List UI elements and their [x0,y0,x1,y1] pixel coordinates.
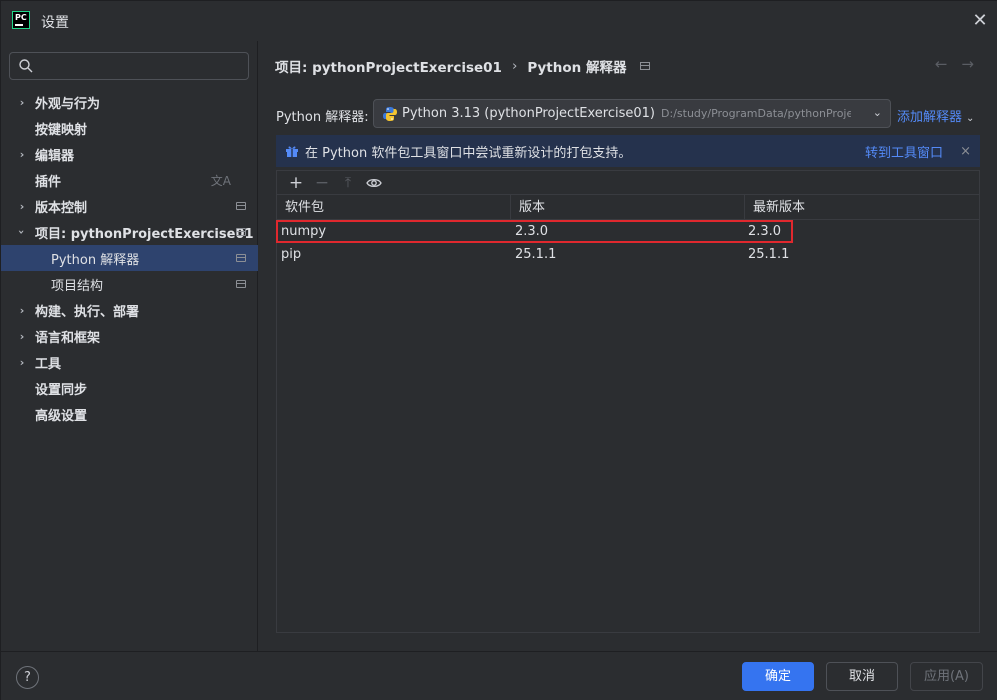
chevron-right-icon[interactable]: › [16,96,28,109]
breadcrumb-page: Python 解释器 [527,60,627,76]
title-bar: PC 设置 ✕ [1,1,997,41]
sidebar-item-label: 插件 [35,174,62,190]
chevron-down-icon[interactable]: ⌄ [873,106,882,119]
breadcrumb: 项目: pythonProjectExercise01 › Python 解释器 [275,56,651,76]
breadcrumb-project[interactable]: 项目: pythonProjectExercise01 [275,56,502,76]
table-row[interactable]: numpy 2.3.0 2.3.0 [276,220,979,243]
chevron-right-icon[interactable]: › [16,330,28,343]
project-scope-icon [640,62,651,70]
sidebar-item-project-structure[interactable]: 项目结构 [1,271,258,297]
upgrade-package-icon[interactable]: ⤒ [335,172,361,194]
search-input[interactable] [40,58,240,74]
close-icon[interactable]: ✕ [970,11,990,31]
package-latest-version: 2.3.0 [748,224,782,239]
sidebar-item-editor[interactable]: › 编辑器 [1,141,258,167]
project-scope-icon [236,280,246,288]
packages-toolbar: + − ⤒ [277,171,979,195]
sidebar-item-tools[interactable]: › 工具 [1,349,258,375]
chevron-right-icon[interactable]: › [16,148,28,161]
sidebar-item-keymap[interactable]: 按键映射 [1,115,258,141]
translate-icon: 文A [210,173,231,188]
settings-sidebar: › 外观与行为 按键映射 › 编辑器 插件 文A › 版本控制 › 项目: py… [1,41,258,651]
interpreter-path: D:/study/ProgramData/pythonProjectExer [661,107,851,120]
add-interpreter-label: 添加解释器 [897,110,963,125]
sidebar-item-label: 高级设置 [35,408,88,424]
sidebar-item-vcs[interactable]: › 版本控制 [1,193,258,219]
chevron-down-icon[interactable]: › [16,226,29,238]
sidebar-item-label: 编辑器 [35,148,75,164]
sidebar-item-label: 设置同步 [35,382,88,398]
sidebar-item-project[interactable]: › 项目: pythonProjectExercise01 [1,219,258,245]
add-interpreter-link[interactable]: 添加解释器 ⌄ [897,106,974,125]
interpreter-name: Python 3.13 (pythonProjectExercise01) [402,106,656,121]
search-icon [19,59,33,73]
sidebar-item-label: 外观与行为 [35,96,101,112]
remove-package-icon[interactable]: − [309,172,335,194]
sidebar-item-label: 语言和框架 [35,330,101,346]
package-name: numpy [281,224,327,239]
chevron-down-icon[interactable]: ⌄ [966,113,974,124]
ok-button[interactable]: 确定 [742,662,814,691]
project-scope-icon [236,254,246,262]
dialog-footer: ? 确定 取消 应用(A) [1,651,997,700]
sidebar-item-settings-sync[interactable]: 设置同步 [1,375,258,401]
banner-close-icon[interactable]: × [960,144,971,159]
chevron-right-icon[interactable]: › [16,304,28,317]
column-header-package[interactable]: 软件包 [277,195,511,220]
package-version: 25.1.1 [515,247,557,262]
cancel-button[interactable]: 取消 [826,662,898,691]
table-row[interactable]: pip 25.1.1 25.1.1 [277,243,979,266]
sidebar-item-label: 项目结构 [51,278,104,294]
nav-arrows: ←→ [935,55,988,73]
packages-table-header: 软件包 版本 最新版本 [277,195,979,220]
chevron-right-icon[interactable]: › [16,356,28,369]
info-banner: 在 Python 软件包工具窗口中尝试重新设计的打包支持。 转到工具窗口 × [276,135,980,167]
sidebar-item-label: 按键映射 [35,122,88,138]
sidebar-item-label: 构建、执行、部署 [35,304,140,320]
pycharm-logo-icon: PC [12,11,30,29]
breadcrumb-separator: › [511,58,518,74]
sidebar-item-label: 工具 [35,356,62,372]
search-field[interactable] [9,52,249,80]
gift-icon [286,146,298,157]
package-latest-version: 25.1.1 [748,247,790,262]
project-scope-icon [236,202,246,210]
sidebar-item-label: Python 解释器 [51,252,140,268]
python-icon [383,106,397,121]
interpreter-label: Python 解释器: [276,110,369,125]
column-header-version[interactable]: 版本 [511,195,745,220]
apply-button[interactable]: 应用(A) [910,662,983,691]
help-button[interactable]: ? [16,666,39,689]
sidebar-item-languages[interactable]: › 语言和框架 [1,323,258,349]
project-scope-icon [236,228,246,236]
packages-panel: + − ⤒ 软件包 版本 最新版本 numpy 2.3.0 2.3.0 pip … [276,170,980,633]
show-early-releases-icon [366,178,382,187]
main-panel: 项目: pythonProjectExercise01 › Python 解释器… [259,41,997,651]
sidebar-item-label: 版本控制 [35,200,88,216]
goto-tool-window-link[interactable]: 转到工具窗口 [865,142,943,161]
sidebar-item-label: 项目: pythonProjectExercise01 [35,226,254,242]
back-arrow-icon[interactable]: ← [935,55,962,73]
package-version: 2.3.0 [515,224,549,239]
sidebar-item-plugins[interactable]: 插件 文A [1,167,258,193]
sidebar-item-build[interactable]: › 构建、执行、部署 [1,297,258,323]
forward-arrow-icon[interactable]: → [961,55,988,73]
window-title: 设置 [41,15,69,31]
eye-icon[interactable] [361,172,387,194]
add-package-icon[interactable]: + [283,172,309,194]
settings-tree: › 外观与行为 按键映射 › 编辑器 插件 文A › 版本控制 › 项目: py… [1,89,258,427]
banner-text: 在 Python 软件包工具窗口中尝试重新设计的打包支持。 [305,145,632,161]
chevron-right-icon[interactable]: › [16,200,28,213]
sidebar-item-appearance[interactable]: › 外观与行为 [1,89,258,115]
sidebar-item-python-interpreter[interactable]: Python 解释器 [1,245,258,271]
sidebar-item-advanced[interactable]: 高级设置 [1,401,258,427]
interpreter-select[interactable]: Python 3.13 (pythonProjectExercise01) D:… [373,99,891,128]
column-header-latest[interactable]: 最新版本 [745,195,979,220]
package-name: pip [281,247,302,262]
